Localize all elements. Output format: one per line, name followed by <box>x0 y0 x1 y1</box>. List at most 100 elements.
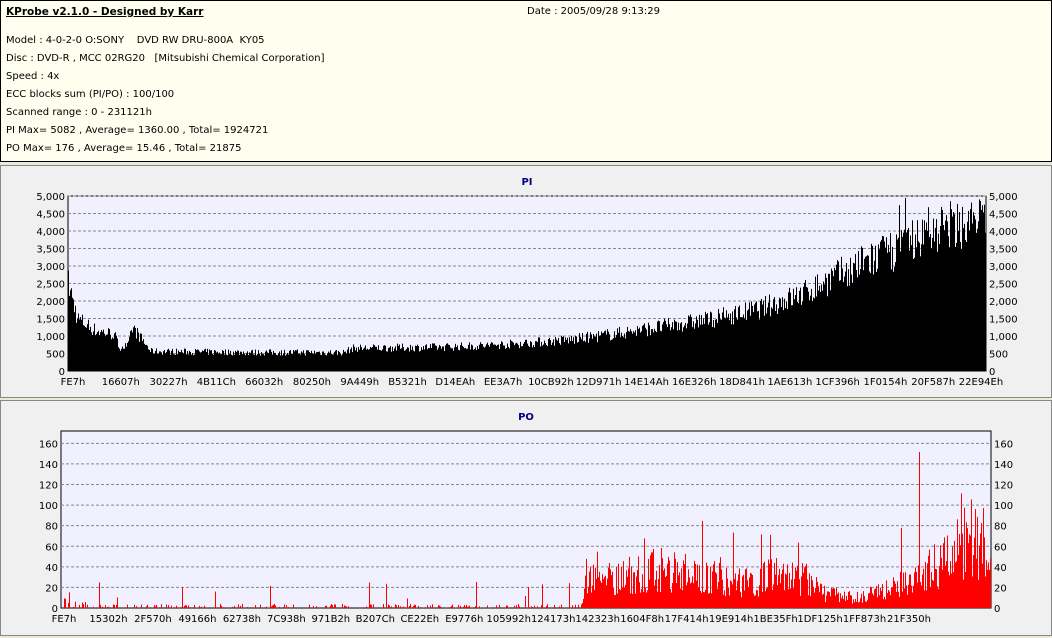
po-bar <box>894 581 895 608</box>
pi-bar <box>319 352 320 371</box>
po-bar <box>827 591 828 608</box>
pi-bar <box>373 344 374 371</box>
po-bar <box>932 580 933 608</box>
pi-bar <box>282 355 283 371</box>
pi-bar <box>548 339 549 371</box>
po-bar <box>775 575 776 608</box>
pi-bar <box>783 310 784 371</box>
pi-bar <box>886 237 887 371</box>
pi-bar <box>921 244 922 371</box>
pi-bar <box>326 355 327 371</box>
pi-bar <box>589 338 590 371</box>
po-bar <box>759 585 760 608</box>
pi-bar <box>531 342 532 371</box>
y-tick-label-right: 0 <box>994 604 1000 615</box>
pi-bar <box>924 220 925 371</box>
y-tick-label-right: 100 <box>994 501 1013 512</box>
pi-bar <box>393 351 394 371</box>
po-bar <box>950 561 951 608</box>
po-bar <box>753 593 754 608</box>
po-bar <box>440 607 441 608</box>
pi-bar <box>782 297 783 371</box>
po-bar <box>824 586 825 608</box>
pi-bar <box>657 322 658 371</box>
po-bar <box>812 580 813 608</box>
pi-bar <box>465 348 466 371</box>
po-bar <box>432 604 433 608</box>
pi-bar <box>272 355 273 371</box>
pi-bar <box>114 333 115 371</box>
po-bar <box>983 508 984 608</box>
pi-bar <box>487 343 488 371</box>
po-bar <box>763 563 764 608</box>
po-bar <box>801 576 802 608</box>
po-bar <box>899 597 900 608</box>
po-bar <box>725 596 726 608</box>
pi-bar <box>944 230 945 371</box>
pi-bar <box>340 354 341 371</box>
pi-bar <box>974 216 975 371</box>
x-tick-label: FE7h <box>52 614 77 625</box>
po-bar <box>713 564 714 608</box>
po-bar <box>694 561 695 608</box>
po-bar <box>618 564 619 608</box>
po-bar <box>754 596 755 608</box>
po-bar <box>693 583 694 608</box>
pi-bar <box>164 350 165 371</box>
pi-bar <box>677 330 678 371</box>
po-bar <box>710 567 711 608</box>
pi-bar <box>365 345 366 371</box>
pi-bar <box>392 347 393 371</box>
po-bar <box>871 587 872 608</box>
po-bar <box>843 599 844 608</box>
pi-bar <box>87 324 88 371</box>
pi-bar <box>269 349 270 371</box>
pi-bar <box>846 263 847 371</box>
po-bar <box>641 589 642 608</box>
po-bar <box>704 592 705 608</box>
po-bar <box>806 564 807 608</box>
pi-bar <box>388 348 389 371</box>
pi-bar <box>289 351 290 371</box>
pi-bar <box>186 354 187 371</box>
po-bar <box>672 583 673 608</box>
po-bar <box>345 606 346 608</box>
pi-bar <box>309 352 310 371</box>
pi-bar <box>278 353 279 371</box>
pi-bar <box>771 307 772 371</box>
pi-bar <box>820 292 821 371</box>
po-bar <box>732 584 733 608</box>
pi-bar <box>513 343 514 371</box>
pi-bar <box>377 350 378 371</box>
pi-bar <box>779 298 780 371</box>
pi-bar <box>681 322 682 371</box>
po-bar <box>742 576 743 608</box>
po-bar <box>935 569 936 608</box>
po-bar <box>985 576 986 608</box>
pi-bar <box>169 350 170 371</box>
po-bar <box>883 599 884 608</box>
pi-bar <box>922 220 923 371</box>
po-bar <box>913 586 914 608</box>
pi-bar <box>141 334 142 371</box>
pi-bar <box>310 353 311 371</box>
pi-bar <box>336 350 337 371</box>
po-bar <box>534 606 535 608</box>
pi-bar <box>470 350 471 371</box>
pi-bar <box>413 351 414 371</box>
pi-bar <box>893 272 894 371</box>
x-tick-label: 10CB92h <box>528 377 574 388</box>
pi-bar <box>772 309 773 371</box>
po-bar <box>313 606 314 608</box>
pi-bar <box>240 352 241 371</box>
po-bar <box>655 580 656 608</box>
pi-bar <box>903 233 904 371</box>
x-tick-label: 1F0154h <box>863 377 907 388</box>
po-bar <box>852 604 853 608</box>
pi-bar <box>395 346 396 371</box>
pi-bar <box>519 348 520 371</box>
pi-bar <box>880 242 881 371</box>
pi-bar <box>202 350 203 371</box>
pi-bar <box>234 355 235 371</box>
pi-bar <box>152 349 153 371</box>
